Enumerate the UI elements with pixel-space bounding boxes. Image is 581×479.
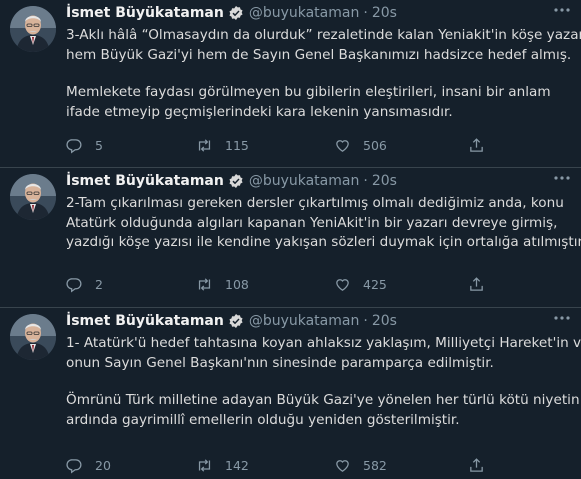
verified-badge-icon <box>228 313 244 329</box>
reply-icon <box>66 278 82 293</box>
share-icon <box>470 458 483 472</box>
tweet-line: Ömrünü Türk milletine adayan Büyük Gazi'… <box>66 392 580 408</box>
share-button[interactable] <box>468 137 497 154</box>
separator-dot: · <box>363 5 368 21</box>
avatar[interactable] <box>10 314 56 360</box>
reply-button[interactable]: 5 <box>66 137 103 154</box>
retweet-count: 108 <box>225 277 249 292</box>
tweet-line: 2-Tam çıkarılması gereken dersler çıkart… <box>66 195 564 211</box>
verified-badge-icon <box>228 5 244 21</box>
tweet-line: ifade etmeyip geçmişlerindeki kara leken… <box>66 103 453 120</box>
share-icon <box>470 138 483 152</box>
retweet-icon <box>198 278 211 291</box>
retweet-button[interactable]: 142 <box>196 457 249 474</box>
author-name[interactable]: İsmet Büyükataman <box>66 173 224 189</box>
tweet-header: İsmet Büyükataman @buyukataman · 20s <box>66 172 397 190</box>
tweet-line: 1- Atatürk'ü hedef tahtasına koyan ahlak… <box>66 335 581 351</box>
retweet-count: 115 <box>225 138 249 153</box>
tweet-line: ardında gayrimillî emellerin olduğu yeni… <box>66 411 460 428</box>
tweet-text: 1- Atatürk'ü hedef tahtasına koyan ahlak… <box>66 334 581 430</box>
like-count: 506 <box>363 138 387 153</box>
like-icon <box>336 279 349 291</box>
tweet-line: Memlekete faydası görülmeyen bu gibileri… <box>66 84 551 100</box>
timestamp[interactable]: 20s <box>372 173 397 189</box>
like-count: 425 <box>363 277 387 292</box>
tweet-header: İsmet Büyükataman @buyukataman · 20s <box>66 312 397 330</box>
reply-button[interactable]: 20 <box>66 457 111 474</box>
tweet-header: İsmet Büyükataman @buyukataman · 20s <box>66 4 397 22</box>
tweet[interactable]: İsmet Büyükataman @buyukataman · 20s 1- … <box>0 308 581 479</box>
retweet-button[interactable]: 108 <box>196 276 249 293</box>
avatar[interactable] <box>10 6 56 52</box>
separator-dot: · <box>363 313 368 329</box>
author-handle[interactable]: @buyukataman <box>249 5 360 21</box>
more-icon[interactable] <box>553 170 571 186</box>
more-icon[interactable] <box>553 310 571 326</box>
tweet-line: onun Sayın Genel Başkanı'nın sinesinde p… <box>66 354 494 371</box>
avatar[interactable] <box>10 174 56 220</box>
tweet-line: hem Büyük Gazi'yi hem de Sayın Genel Baş… <box>66 46 572 63</box>
reply-count: 2 <box>95 277 103 292</box>
author-handle[interactable]: @buyukataman <box>249 313 360 329</box>
verified-badge-icon <box>228 173 244 189</box>
share-button[interactable] <box>468 276 497 293</box>
tweet-actions: 2 108 425 <box>66 276 576 294</box>
tweet-text: 3-Aklı hâlâ “Olmasaydın da olurduk” reza… <box>66 26 581 122</box>
retweet-icon <box>198 459 211 472</box>
separator-dot: · <box>363 173 368 189</box>
reply-button[interactable]: 2 <box>66 276 103 293</box>
tweet-actions: 20 142 582 <box>66 457 576 475</box>
retweet-count: 142 <box>225 458 249 473</box>
tweet-text: 2-Tam çıkarılması gereken dersler çıkart… <box>66 194 581 253</box>
tweet-feed: İsmet Büyükataman @buyukataman · 20s 3-A… <box>0 0 581 479</box>
reply-count: 20 <box>95 458 111 473</box>
like-button[interactable]: 425 <box>334 276 387 293</box>
share-icon <box>470 277 483 291</box>
share-button[interactable] <box>468 457 497 474</box>
timestamp[interactable]: 20s <box>372 5 397 21</box>
like-button[interactable]: 506 <box>334 137 387 154</box>
reply-count: 5 <box>95 138 103 153</box>
author-name[interactable]: İsmet Büyükataman <box>66 313 224 329</box>
tweet-line: yazdığı köşe yazısı ile kendine yakışan … <box>66 234 581 250</box>
like-icon <box>336 140 349 152</box>
like-button[interactable]: 582 <box>334 457 387 474</box>
reply-icon <box>66 139 82 154</box>
tweet-line: 3-Aklı hâlâ “Olmasaydın da olurduk” reza… <box>66 27 581 43</box>
tweet-line: Atatürk olduğunda algıları kapanan YeniA… <box>66 214 558 231</box>
author-name[interactable]: İsmet Büyükataman <box>66 5 224 21</box>
retweet-button[interactable]: 115 <box>196 137 249 154</box>
retweet-icon <box>198 139 211 152</box>
timestamp[interactable]: 20s <box>372 313 397 329</box>
tweet-actions: 5 115 506 <box>66 137 576 155</box>
tweet[interactable]: İsmet Büyükataman @buyukataman · 20s 3-A… <box>0 0 581 168</box>
author-handle[interactable]: @buyukataman <box>249 173 360 189</box>
reply-icon <box>66 459 82 474</box>
like-icon <box>336 460 349 472</box>
more-icon[interactable] <box>553 2 571 18</box>
like-count: 582 <box>363 458 387 473</box>
tweet[interactable]: İsmet Büyükataman @buyukataman · 20s 2-T… <box>0 168 581 308</box>
